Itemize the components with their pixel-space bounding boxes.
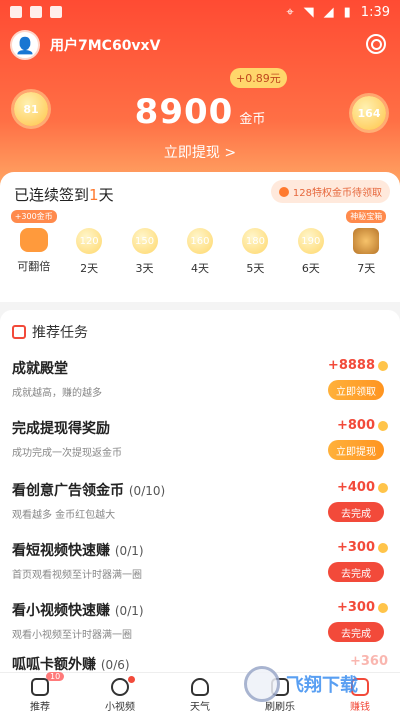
task-item: 完成提现得奖励 成功完成一次提现返金币 +800 立即提现 — [12, 418, 388, 476]
signin-days: +300金币 可翻倍 120 2天 150 3天 160 4天 180 5天 1… — [0, 210, 400, 276]
withdraw-button[interactable]: 立即提现 — [328, 440, 384, 460]
coin-icon — [378, 360, 388, 371]
go-complete-button[interactable]: 去完成 — [328, 562, 384, 582]
task-reward: +300 — [337, 540, 388, 555]
coin-amount: 8900 — [134, 92, 234, 132]
task-item: 成就殿堂 成就越高，赚的越多 +8888 立即领取 — [12, 358, 388, 416]
nav-short-video[interactable]: 小视频 — [90, 675, 150, 713]
coin-unit: 金币 — [239, 112, 266, 127]
privilege-coins-button[interactable]: 128特权金币待领取 — [270, 180, 390, 203]
avatar[interactable]: 👤 — [10, 30, 40, 60]
signin-day-5[interactable]: 180 5天 — [230, 228, 280, 276]
task-reward: +800 — [337, 418, 388, 433]
task-item: 看创意广告领金币 (0/10) 观看越多 金币红包越大 +400 去完成 — [12, 480, 388, 538]
notification-dot — [128, 675, 135, 683]
location-icon: ⌖ — [286, 4, 294, 20]
watermark-icon — [244, 666, 280, 702]
notification-icon — [30, 6, 42, 18]
signin-card: 已连续签到1天 128特权金币待领取 +300金币 可翻倍 120 2天 150… — [0, 172, 400, 302]
notification-icon — [10, 6, 22, 18]
signin-day-7[interactable]: 神秘宝箱 7天 — [341, 210, 391, 276]
coin-icon — [378, 482, 388, 493]
signal-icon: ◢ — [323, 4, 334, 20]
signin-day-count: 1 — [89, 186, 99, 204]
watermark-logo: 飞翔下载 — [244, 664, 394, 704]
video-icon — [111, 677, 129, 696]
task-reward: +400 — [337, 480, 388, 495]
coin-balance: 8900 金币 — [0, 92, 400, 132]
bonus-badge: +0.89元 — [230, 68, 287, 88]
task-item: 看小视频快速赚 (0/1) 观看小视频至计时器满一圈 +300 去完成 — [12, 600, 388, 658]
go-complete-button[interactable]: 去完成 — [328, 502, 384, 522]
coin-icon — [278, 186, 289, 197]
user-profile[interactable]: 👤 用户7MC60vxV — [10, 30, 160, 60]
signin-day-4[interactable]: 160 4天 — [175, 228, 225, 276]
signin-day-2[interactable]: 120 2天 — [64, 228, 114, 276]
settings-gear-icon[interactable] — [366, 34, 386, 54]
status-time: 1:39 — [360, 4, 390, 20]
signin-day-6[interactable]: 190 6天 — [286, 228, 336, 276]
signin-day-3[interactable]: 150 3天 — [120, 228, 170, 276]
go-complete-button[interactable]: 去完成 — [328, 622, 384, 642]
coin-icon: 180 — [242, 228, 269, 254]
play-icon — [31, 677, 49, 696]
claim-button[interactable]: 立即领取 — [328, 380, 384, 400]
task-reward: +8888 — [328, 358, 388, 373]
user-name: 用户7MC60vxV — [50, 38, 161, 54]
task-item: 看短视频快速赚 (0/1) 首页观看视频至计时器满一圈 +300 去完成 — [12, 540, 388, 598]
nav-weather[interactable]: 天气 — [170, 677, 230, 713]
coin-icon: 190 — [297, 228, 324, 254]
notification-icon — [50, 6, 62, 18]
coin-icon: 150 — [131, 228, 158, 254]
coin-icon — [378, 420, 388, 431]
nav-recommend[interactable]: 10 推荐 — [10, 671, 70, 713]
double-icon — [19, 228, 48, 252]
tasks-header: 推荐任务 — [12, 322, 88, 342]
cloud-icon — [191, 677, 209, 696]
coin-icon — [378, 542, 388, 553]
signin-title: 已连续签到1天 — [14, 186, 114, 204]
wifi-icon: ◥ — [303, 4, 314, 20]
treasure-chest-icon — [353, 228, 380, 254]
status-bar: ⌖ ◥ ◢ ▮ 1:39 — [0, 0, 400, 24]
battery-icon: ▮ — [343, 4, 351, 20]
coin-icon: 120 — [76, 228, 103, 254]
task-list-icon — [12, 325, 26, 339]
task-reward: +300 — [337, 600, 388, 615]
task-panel: 推荐任务 成就殿堂 成就越高，赚的越多 +8888 立即领取 完成提现得奖励 成… — [0, 310, 400, 680]
signin-day-1[interactable]: +300金币 可翻倍 — [9, 210, 59, 276]
coin-icon: 160 — [186, 228, 213, 254]
coin-icon — [378, 602, 388, 613]
withdraw-link[interactable]: 立即提现 > — [0, 142, 400, 162]
nav-badge: 10 — [46, 671, 65, 681]
